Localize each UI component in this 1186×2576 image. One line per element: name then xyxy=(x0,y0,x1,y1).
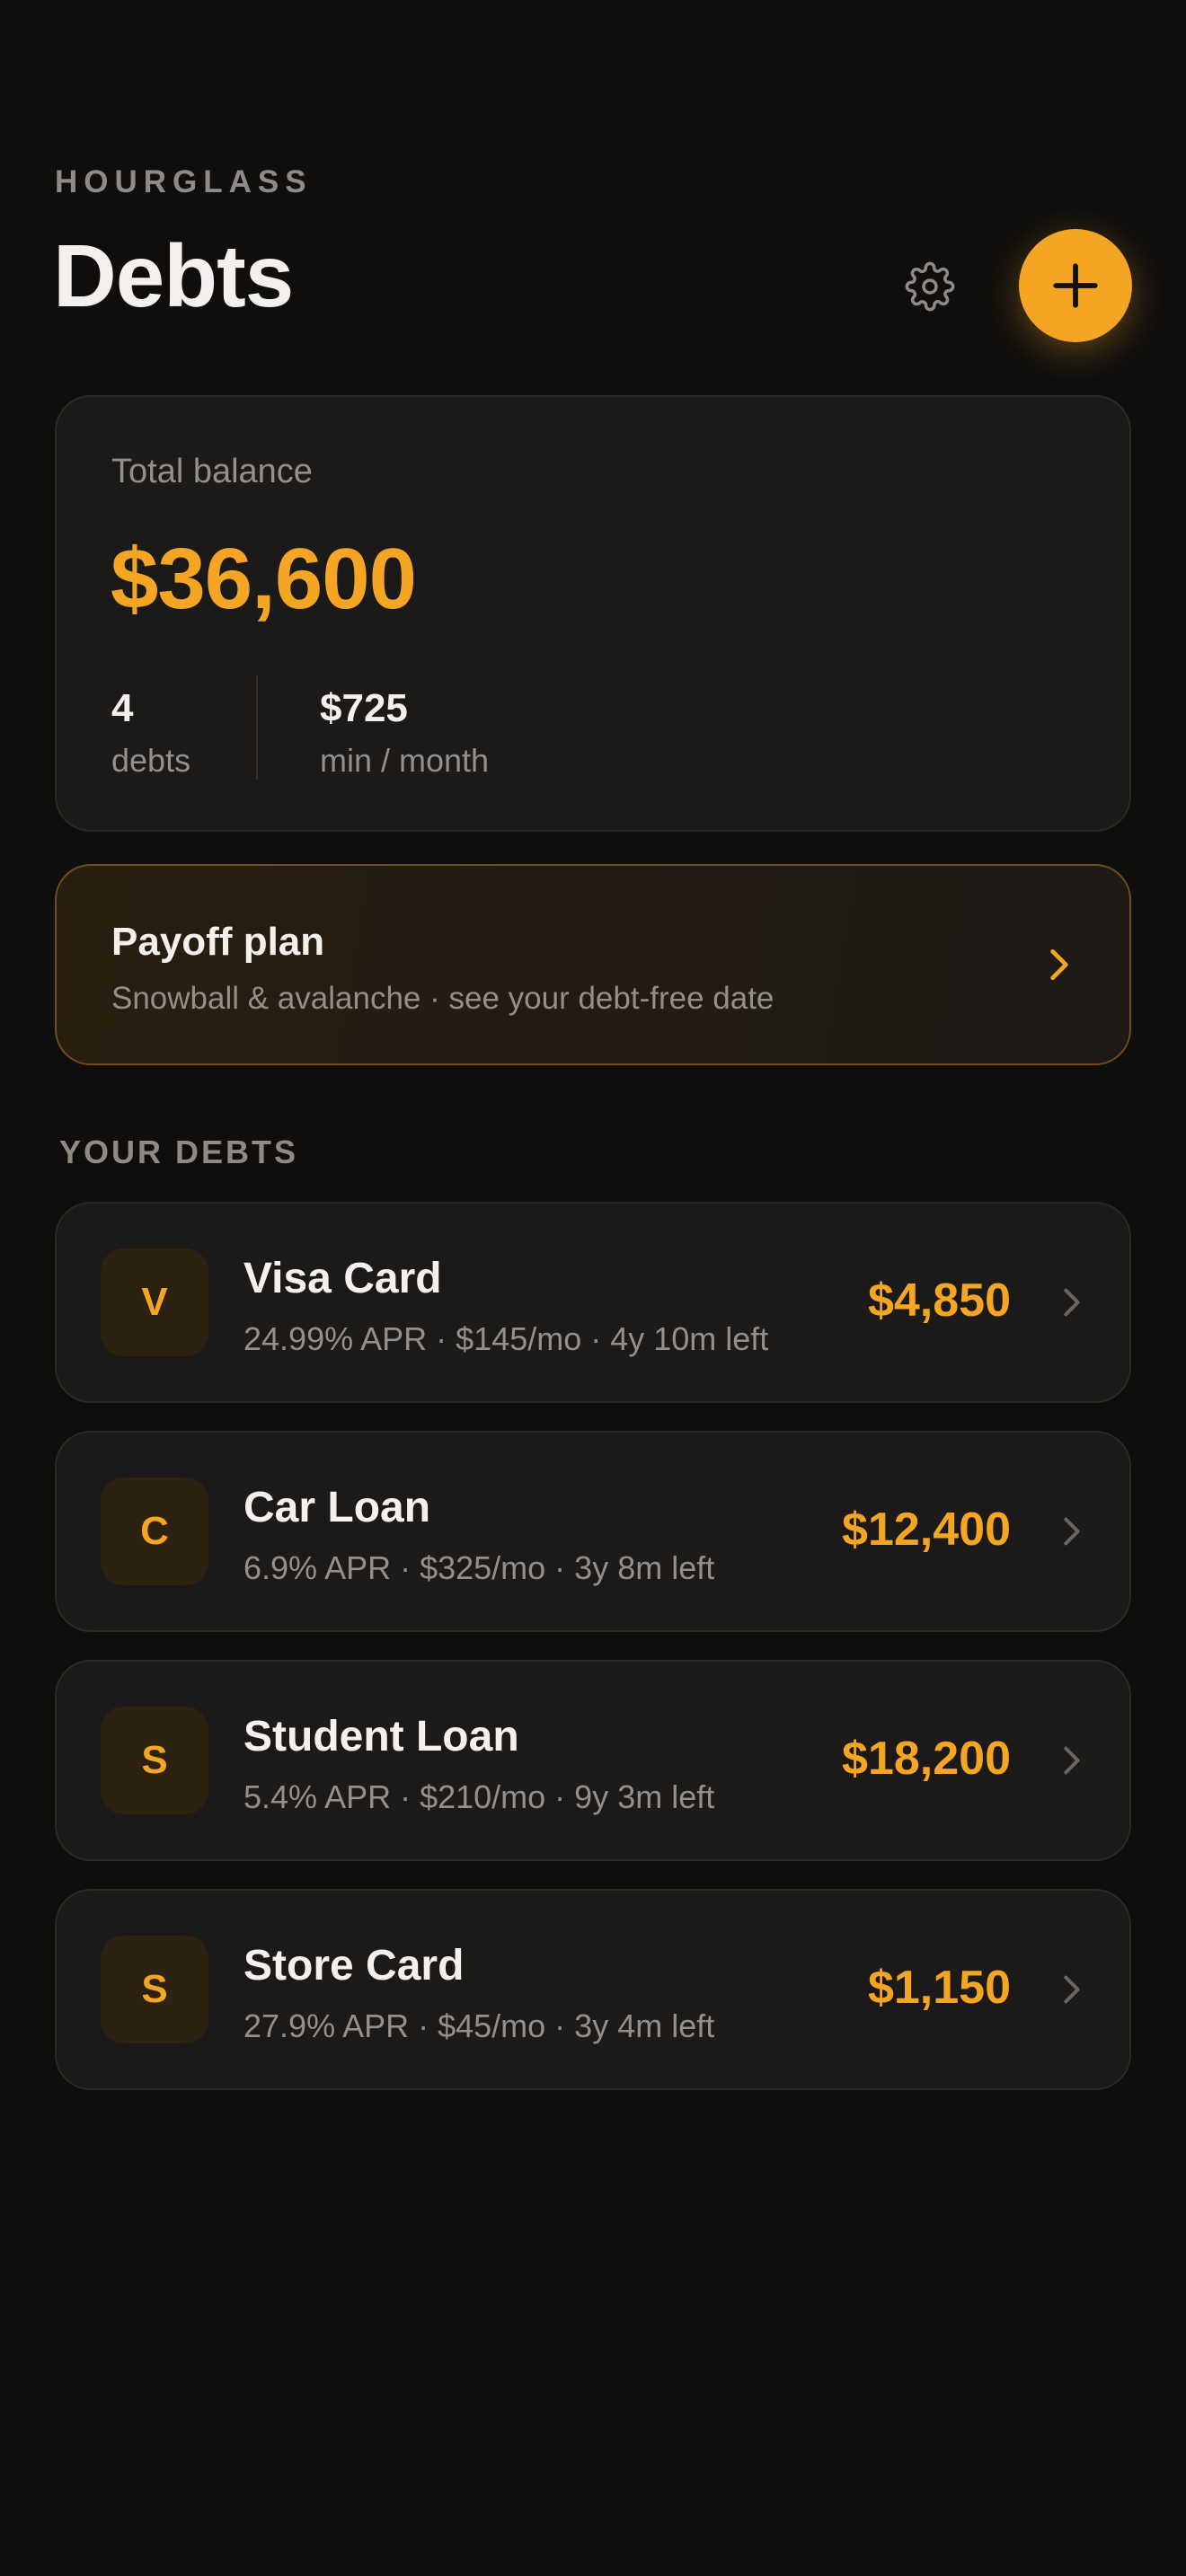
add-debt-button[interactable] xyxy=(1019,229,1132,342)
debt-balance: $4,850 xyxy=(867,1275,1011,1327)
chevron-right-icon xyxy=(1064,1517,1080,1546)
debt-details: 27.9% APR · $45/mo · 3y 4m left xyxy=(243,2007,715,2044)
debt-details: 5.4% APR · $210/mo · 9y 3m left xyxy=(243,1778,715,1815)
payoff-plan-card[interactable]: Payoff plan Snowball & avalanche · see y… xyxy=(55,864,1131,1065)
min-monthly-value: $725 xyxy=(320,686,408,730)
debt-name: Student Loan xyxy=(243,1713,519,1760)
settings-button[interactable] xyxy=(898,255,961,318)
debt-count-label: debts xyxy=(111,742,191,779)
total-balance-amount: $36,600 xyxy=(111,531,417,627)
debts-screen: HOURGLASS Debts Total balance $36,600 4 … xyxy=(0,0,1186,2576)
total-balance-card: Total balance $36,600 4 debts $725 min /… xyxy=(55,395,1131,832)
debt-balance: $12,400 xyxy=(842,1504,1011,1556)
debt-item-car-loan[interactable]: C Car Loan 6.9% APR · $325/mo · 3y 8m le… xyxy=(55,1431,1131,1632)
debt-item-store-card[interactable]: S Store Card 27.9% APR · $45/mo · 3y 4m … xyxy=(55,1889,1131,2090)
debt-avatar: C xyxy=(101,1478,208,1585)
debt-item-visa-card[interactable]: V Visa Card 24.99% APR · $145/mo · 4y 10… xyxy=(55,1202,1131,1403)
debt-name: Car Loan xyxy=(243,1484,431,1531)
app-brand: HOURGLASS xyxy=(55,164,313,199)
debt-balance: $1,150 xyxy=(867,1962,1011,2014)
page-title: Debts xyxy=(53,226,294,325)
chevron-right-icon xyxy=(1050,948,1068,981)
your-debts-heading: YOUR DEBTS xyxy=(59,1134,299,1170)
total-balance-label: Total balance xyxy=(111,453,313,490)
stat-divider xyxy=(256,675,258,780)
min-monthly-label: min / month xyxy=(320,742,490,779)
debt-avatar: V xyxy=(101,1248,208,1356)
debt-details: 24.99% APR · $145/mo · 4y 10m left xyxy=(243,1320,769,1357)
debt-balance: $18,200 xyxy=(842,1733,1011,1785)
gear-icon xyxy=(905,261,955,312)
chevron-right-icon xyxy=(1064,1288,1080,1317)
debt-avatar: S xyxy=(101,1707,208,1814)
chevron-right-icon xyxy=(1064,1746,1080,1775)
debt-count-value: 4 xyxy=(111,686,134,730)
debt-details: 6.9% APR · $325/mo · 3y 8m left xyxy=(243,1549,715,1586)
debt-name: Store Card xyxy=(243,1942,465,1989)
payoff-plan-subtitle: Snowball & avalanche · see your debt-fre… xyxy=(111,981,774,1016)
chevron-right-icon xyxy=(1064,1975,1080,2004)
plus-icon xyxy=(1053,263,1098,308)
debt-name: Visa Card xyxy=(243,1255,442,1302)
debt-avatar: S xyxy=(101,1936,208,2043)
debt-item-student-loan[interactable]: S Student Loan 5.4% APR · $210/mo · 9y 3… xyxy=(55,1660,1131,1861)
payoff-plan-title: Payoff plan xyxy=(111,920,325,964)
